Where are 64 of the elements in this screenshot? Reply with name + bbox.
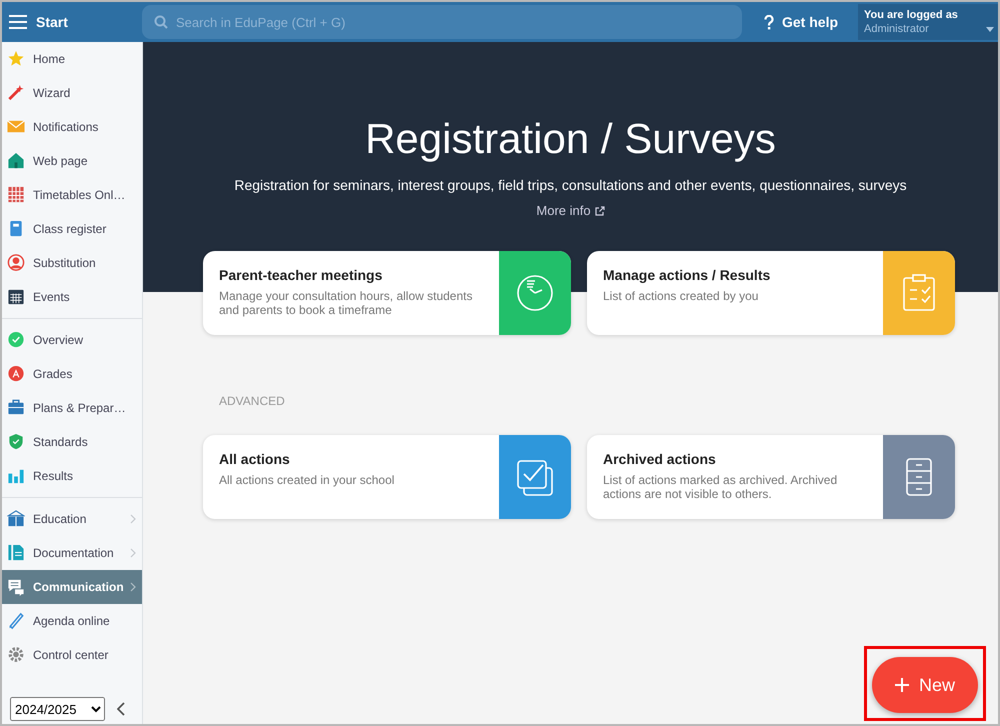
external-link-icon[interactable]	[594, 206, 605, 216]
sidebar-item[interactable]: Communication	[2, 570, 142, 604]
caret-icon	[986, 27, 994, 32]
page-subtitle: Registration for seminars, interest groups, field trips, consultations and other events, questionnaires, surveys	[234, 177, 907, 193]
sidebar-item[interactable]: Events	[2, 280, 142, 314]
card-title: Parent-teacher meetings	[219, 267, 384, 283]
sidebar-item[interactable]: Agenda online	[2, 604, 142, 638]
sidebar-item[interactable]: Home	[2, 42, 142, 76]
check-circle-icon	[7, 331, 25, 349]
calendar-icon	[7, 288, 25, 306]
search-field[interactable]: Search in EduPage (Ctrl + G)	[142, 5, 742, 39]
house-icon	[7, 152, 25, 170]
collapse-icon[interactable]	[117, 702, 125, 716]
sidebar-item[interactable]: Control center	[2, 638, 142, 672]
briefcase-icon	[7, 399, 25, 417]
book-icon	[7, 510, 25, 528]
more-info-link[interactable]: More info	[536, 203, 591, 218]
star-icon	[7, 50, 25, 68]
action-card[interactable]: Archived actions List of actions marked as archived. Archived actions are not visible to others.	[587, 435, 955, 519]
person-icon	[7, 254, 25, 272]
sidebar-item[interactable]: Documentation	[2, 536, 142, 570]
sidebar-item[interactable]: Substitution	[2, 246, 142, 280]
gear-icon	[7, 646, 25, 664]
menu-icon[interactable]	[8, 14, 28, 30]
sidebar-item[interactable]: Plans & Prepar…	[2, 391, 142, 425]
section-heading: ADVANCED	[219, 394, 286, 408]
sidebar-item[interactable]: Results	[2, 459, 142, 493]
get-help-link[interactable]: Get help	[782, 14, 838, 30]
card-title: Archived actions	[603, 451, 717, 467]
start-title[interactable]: Start	[36, 14, 68, 30]
year-select[interactable]: 2024/2025	[10, 697, 105, 721]
sidebar-item[interactable]: Timetables Onl…	[2, 178, 142, 212]
checkbox-stack-icon	[515, 457, 555, 497]
new-button[interactable]: New	[872, 657, 978, 713]
document-icon	[7, 544, 25, 562]
calendar-grid-icon	[7, 186, 25, 204]
action-card[interactable]: All actions All actions created in your school	[203, 435, 571, 519]
card-description: List of actions marked as archived. Archived actions are not visible to others.	[603, 473, 838, 501]
user-menu[interactable]: You are logged as Administrator	[858, 4, 998, 40]
plus-icon	[894, 678, 909, 692]
grade-circle-icon	[7, 365, 25, 383]
card-description: List of actions created by you	[603, 289, 760, 303]
action-card[interactable]: Parent-teacher meetings Manage your consultation hours, allow students and parents to book a timeframe	[203, 251, 571, 335]
card-description: Manage your consultation hours, allow students and parents to book a timeframe	[219, 289, 474, 317]
sidebar-item[interactable]: Grades	[2, 357, 142, 391]
card-title: All actions	[219, 451, 291, 467]
sidebar-item[interactable]: Notifications	[2, 110, 142, 144]
magic-wand-icon	[7, 84, 25, 102]
sidebar-item[interactable]: Web page	[2, 144, 142, 178]
pen-icon	[7, 612, 25, 630]
clock-icon	[515, 273, 555, 313]
shield-icon	[7, 433, 25, 451]
bar-chart-icon	[7, 467, 25, 485]
card-description: All actions created in your school	[219, 473, 396, 487]
question-mark-icon[interactable]	[764, 14, 774, 30]
card-title: Manage actions / Results	[603, 267, 772, 283]
sidebar-item[interactable]: Class register	[2, 212, 142, 246]
action-card[interactable]: Manage actions / Results List of actions created by you	[587, 251, 955, 335]
page-title: Registration / Surveys	[365, 115, 776, 163]
sidebar-item[interactable]: Standards	[2, 425, 142, 459]
sidebar-item[interactable]: Overview	[2, 323, 142, 357]
chat-bubbles-icon	[7, 578, 25, 596]
sidebar-item[interactable]: Wizard	[2, 76, 142, 110]
sidebar-item[interactable]: Education	[2, 502, 142, 536]
